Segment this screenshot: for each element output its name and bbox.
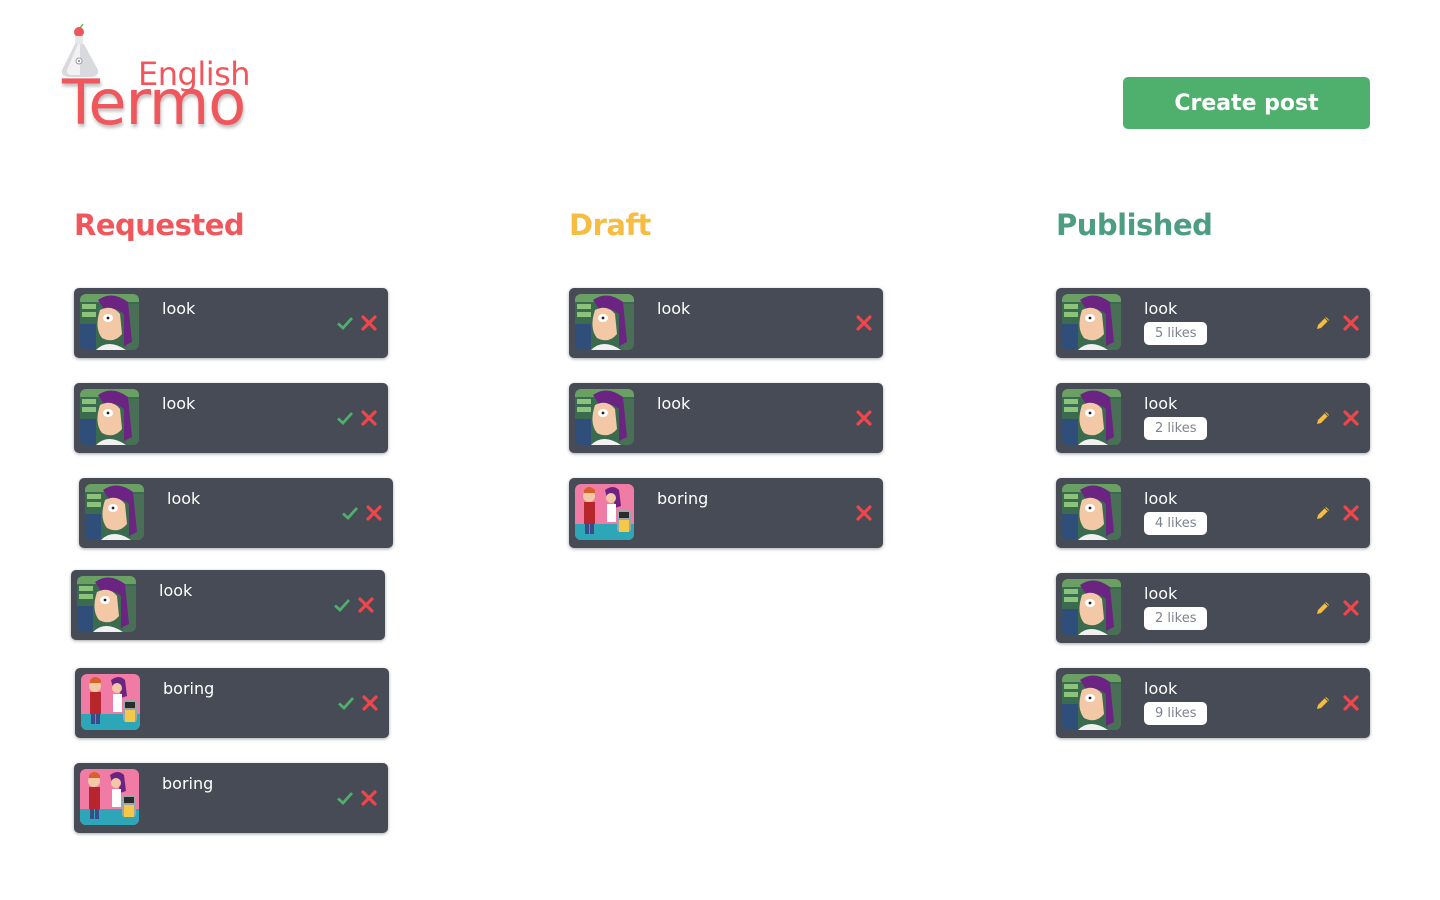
- likes-badge: 2 likes: [1144, 607, 1208, 630]
- approve-check-icon[interactable]: [336, 409, 354, 427]
- edit-pencil-icon[interactable]: [1314, 314, 1332, 332]
- delete-close-icon[interactable]: [1342, 694, 1360, 712]
- character-thumbnail: [1062, 484, 1121, 540]
- post-card[interactable]: look 2 likes: [1056, 573, 1370, 643]
- character-thumbnail: [1062, 579, 1121, 635]
- approve-check-icon[interactable]: [336, 789, 354, 807]
- edit-pencil-icon[interactable]: [1314, 599, 1332, 617]
- column-title-draft: Draft: [569, 208, 651, 242]
- edit-pencil-icon[interactable]: [1314, 409, 1332, 427]
- character-thumbnail: [77, 576, 136, 632]
- character-thumbnail: [1062, 389, 1121, 445]
- character-thumbnail: [575, 389, 634, 445]
- column-title-published: Published: [1056, 208, 1213, 242]
- likes-badge: 4 likes: [1144, 512, 1208, 535]
- character-thumbnail: [1062, 294, 1121, 350]
- delete-close-icon[interactable]: [855, 504, 873, 522]
- delete-close-icon[interactable]: [361, 694, 379, 712]
- character-thumbnail: [1062, 674, 1121, 730]
- post-title: look: [1144, 679, 1178, 698]
- likes-badge: 9 likes: [1144, 702, 1208, 725]
- post-title: look: [162, 299, 196, 318]
- character-thumbnail: [85, 484, 144, 540]
- post-card[interactable]: look 4 likes: [1056, 478, 1370, 548]
- delete-close-icon[interactable]: [360, 789, 378, 807]
- create-post-button[interactable]: Create post: [1123, 77, 1370, 129]
- post-card[interactable]: boring: [569, 478, 883, 548]
- delete-close-icon[interactable]: [1342, 409, 1360, 427]
- group-thumbnail: [80, 769, 139, 825]
- delete-close-icon[interactable]: [360, 314, 378, 332]
- post-title: look: [162, 394, 196, 413]
- post-title: boring: [163, 679, 215, 698]
- delete-close-icon[interactable]: [365, 504, 383, 522]
- post-title: look: [1144, 299, 1178, 318]
- approve-check-icon[interactable]: [341, 504, 359, 522]
- post-card[interactable]: look 2 likes: [1056, 383, 1370, 453]
- character-thumbnail: [80, 389, 139, 445]
- group-thumbnail: [575, 484, 634, 540]
- post-title: boring: [162, 774, 214, 793]
- post-title: look: [167, 489, 201, 508]
- post-title: look: [1144, 584, 1178, 603]
- edit-pencil-icon[interactable]: [1314, 504, 1332, 522]
- edit-pencil-icon[interactable]: [1314, 694, 1332, 712]
- post-card[interactable]: boring: [74, 763, 388, 833]
- character-thumbnail: [80, 294, 139, 350]
- post-card[interactable]: look: [79, 478, 393, 548]
- likes-badge: 2 likes: [1144, 417, 1208, 440]
- post-card[interactable]: boring: [75, 668, 389, 738]
- post-title: look: [159, 581, 193, 600]
- post-card[interactable]: look: [569, 383, 883, 453]
- logo-title: Termo: [62, 66, 246, 139]
- post-card[interactable]: look: [569, 288, 883, 358]
- delete-close-icon[interactable]: [855, 409, 873, 427]
- post-card[interactable]: look: [74, 288, 388, 358]
- character-thumbnail: [575, 294, 634, 350]
- delete-close-icon[interactable]: [360, 409, 378, 427]
- post-card[interactable]: look: [74, 383, 388, 453]
- approve-check-icon[interactable]: [333, 596, 351, 614]
- delete-close-icon[interactable]: [1342, 599, 1360, 617]
- post-title: boring: [657, 489, 709, 508]
- delete-close-icon[interactable]: [357, 596, 375, 614]
- approve-check-icon[interactable]: [336, 314, 354, 332]
- post-title: look: [657, 299, 691, 318]
- delete-close-icon[interactable]: [855, 314, 873, 332]
- post-card[interactable]: look: [71, 570, 385, 640]
- delete-close-icon[interactable]: [1342, 314, 1360, 332]
- column-title-requested: Requested: [74, 208, 245, 242]
- post-title: look: [657, 394, 691, 413]
- likes-badge: 5 likes: [1144, 322, 1208, 345]
- approve-check-icon[interactable]: [337, 694, 355, 712]
- post-card[interactable]: look 5 likes: [1056, 288, 1370, 358]
- post-card[interactable]: look 9 likes: [1056, 668, 1370, 738]
- post-title: look: [1144, 394, 1178, 413]
- post-title: look: [1144, 489, 1178, 508]
- group-thumbnail: [81, 674, 140, 730]
- delete-close-icon[interactable]: [1342, 504, 1360, 522]
- termo-english-logo[interactable]: English Termo: [56, 22, 256, 142]
